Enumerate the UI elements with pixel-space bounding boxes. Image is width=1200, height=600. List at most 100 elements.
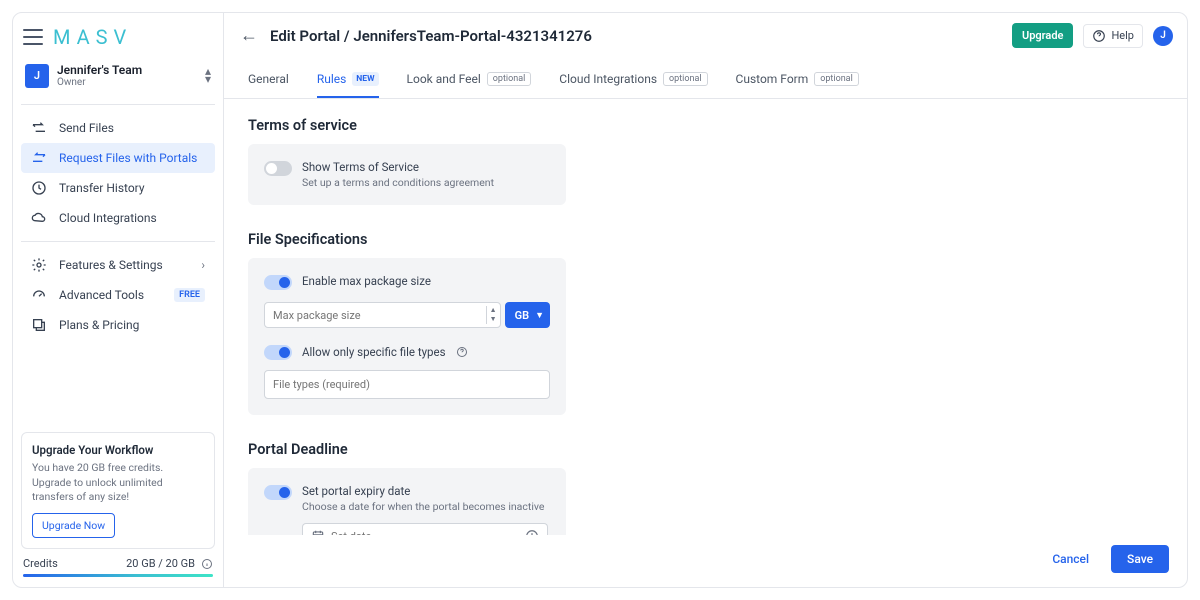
expiry-label: Set portal expiry date [302, 484, 544, 498]
gear-icon [31, 257, 47, 273]
nav-request-files[interactable]: Request Files with Portals [21, 143, 215, 173]
tos-toggle[interactable] [264, 161, 292, 176]
portal-icon [31, 150, 47, 166]
nav-send-files[interactable]: Send Files [21, 113, 215, 143]
updown-icon: ▴▾ [205, 68, 211, 82]
team-switcher[interactable]: J Jennifer's Team Owner ▴▾ [21, 59, 215, 92]
tab-label: Cloud Integrations [559, 72, 657, 86]
content: Terms of service Show Terms of Service S… [224, 99, 1187, 535]
gauge-icon [31, 287, 47, 303]
user-avatar[interactable]: J [1153, 26, 1173, 46]
info-icon[interactable] [201, 558, 213, 570]
tab-label: General [248, 72, 289, 86]
free-badge: FREE [174, 288, 205, 302]
menu-icon[interactable] [23, 29, 43, 45]
upgrade-button[interactable]: Upgrade [1012, 23, 1073, 48]
sidebar-top: MASV [13, 13, 223, 57]
expiry-toggle[interactable] [264, 485, 292, 500]
maxpkg-input-wrap: ▲ ▼ [264, 302, 501, 328]
divider [21, 241, 215, 242]
nav-cloud-integrations[interactable]: Cloud Integrations [21, 203, 215, 233]
divider [21, 104, 215, 105]
filespec-heading: File Specifications [248, 231, 1163, 248]
page-title: Edit Portal / JennifersTeam-Portal-43213… [270, 27, 592, 45]
credits-row: Credits 20 GB / 20 GB [21, 549, 215, 572]
nav-features-settings[interactable]: Features & Settings › [21, 250, 215, 280]
nav-label: Features & Settings [59, 258, 163, 272]
footer: Cancel Save [224, 535, 1187, 587]
send-icon [31, 120, 47, 136]
tab-custom-form[interactable]: Custom Form optional [736, 62, 859, 98]
nav-label: Request Files with Portals [59, 151, 197, 165]
step-up-icon[interactable]: ▲ [487, 306, 500, 315]
optional-badge: optional [487, 72, 532, 86]
tabs: General Rules NEW Look and Feel optional… [224, 62, 1187, 99]
tab-label: Custom Form [736, 72, 809, 86]
promo-text: You have 20 GB free credits. Upgrade to … [32, 461, 204, 505]
sidebar: MASV J Jennifer's Team Owner ▴▾ Send Fil… [13, 13, 224, 587]
info-icon[interactable] [456, 346, 468, 358]
maxpkg-label: Enable max package size [302, 274, 431, 288]
team-avatar: J [25, 64, 49, 88]
sidebar-bottom: Upgrade Your Workflow You have 20 GB fre… [13, 432, 223, 587]
tab-label: Look and Feel [407, 72, 481, 86]
optional-badge: optional [814, 72, 859, 86]
credits-bar [23, 574, 213, 577]
help-button[interactable]: Help [1083, 24, 1143, 48]
topbar: ← Edit Portal / JennifersTeam-Portal-432… [224, 13, 1187, 58]
tos-toggle-sub: Set up a terms and conditions agreement [302, 176, 494, 189]
nav-label: Cloud Integrations [59, 211, 157, 225]
filetypes-toggle[interactable] [264, 345, 292, 360]
nav-transfer-history[interactable]: Transfer History [21, 173, 215, 203]
history-icon [31, 180, 47, 196]
tos-card: Show Terms of Service Set up a terms and… [248, 144, 566, 205]
nav-label: Plans & Pricing [59, 318, 139, 332]
unit-select[interactable]: GB ▼ [505, 302, 550, 328]
nav-section-1: Send Files Request Files with Portals Tr… [13, 109, 223, 237]
promo-card: Upgrade Your Workflow You have 20 GB fre… [21, 432, 215, 549]
nav-label: Send Files [59, 121, 114, 135]
nav-advanced-tools[interactable]: Advanced Tools FREE [21, 280, 215, 310]
promo-upgrade-button[interactable]: Upgrade Now [32, 513, 115, 538]
promo-title: Upgrade Your Workflow [32, 443, 204, 457]
tab-look-and-feel[interactable]: Look and Feel optional [407, 62, 532, 98]
expiry-sub: Choose a date for when the portal become… [302, 500, 544, 513]
tos-heading: Terms of service [248, 117, 1163, 134]
filespec-card: Enable max package size ▲ ▼ GB ▼ [248, 258, 566, 415]
chevron-right-icon: › [201, 258, 205, 272]
optional-badge: optional [663, 72, 708, 86]
filetypes-input[interactable] [264, 370, 550, 399]
app-frame: MASV J Jennifer's Team Owner ▴▾ Send Fil… [12, 12, 1188, 588]
nav-plans-pricing[interactable]: Plans & Pricing [21, 310, 215, 340]
new-badge: NEW [352, 72, 378, 86]
step-down-icon[interactable]: ▼ [487, 315, 500, 324]
help-label: Help [1111, 29, 1134, 42]
deadline-heading: Portal Deadline [248, 441, 1163, 458]
credits-label: Credits [23, 557, 120, 570]
logo: MASV [53, 25, 132, 49]
maxpkg-input[interactable] [273, 309, 486, 322]
tab-label: Rules [317, 72, 346, 86]
team-info: Jennifer's Team Owner [57, 63, 197, 88]
date-input-wrap [302, 523, 548, 535]
tab-rules[interactable]: Rules NEW [317, 62, 379, 98]
main: ← Edit Portal / JennifersTeam-Portal-432… [224, 13, 1187, 587]
stepper: ▲ ▼ [486, 306, 500, 324]
maxpkg-toggle[interactable] [264, 275, 292, 290]
help-icon [1092, 29, 1106, 43]
nav-section-2: Features & Settings › Advanced Tools FRE… [13, 246, 223, 344]
tab-cloud-integrations[interactable]: Cloud Integrations optional [559, 62, 707, 98]
tos-toggle-label: Show Terms of Service [302, 160, 494, 174]
tab-general[interactable]: General [248, 62, 289, 98]
team-role: Owner [57, 77, 197, 88]
team-name: Jennifer's Team [57, 63, 197, 77]
nav-label: Advanced Tools [59, 288, 144, 302]
credits-value: 20 GB / 20 GB [126, 557, 195, 570]
cloud-icon [31, 210, 47, 226]
nav-label: Transfer History [59, 181, 145, 195]
cancel-button[interactable]: Cancel [1042, 545, 1099, 573]
save-button[interactable]: Save [1111, 545, 1169, 573]
back-arrow-icon[interactable]: ← [238, 25, 260, 47]
filetypes-label: Allow only specific file types [302, 345, 446, 359]
plans-icon [31, 317, 47, 333]
